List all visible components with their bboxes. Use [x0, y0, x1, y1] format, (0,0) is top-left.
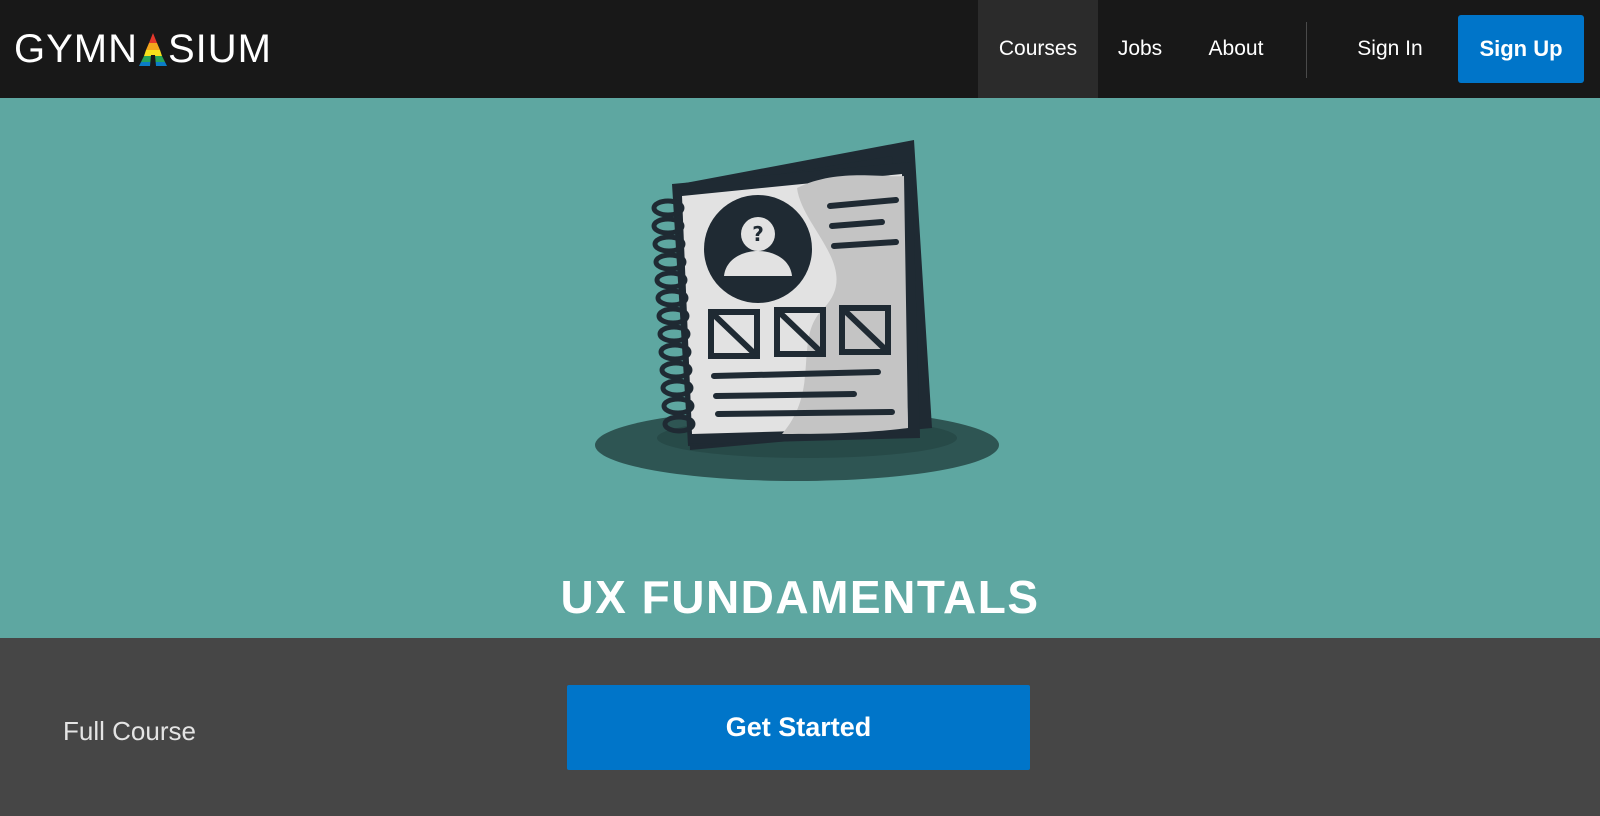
full-course-label: Full Course [63, 716, 196, 746]
course-hero: ? UX FUNDAMENTALS [0, 98, 1600, 638]
nav-divider [1306, 22, 1307, 78]
gymnasium-logo[interactable]: GYMN SIUM [14, 27, 272, 71]
nav-jobs[interactable]: Jobs [1098, 0, 1182, 98]
logo-text-suffix: SIUM [168, 26, 272, 71]
svg-text:?: ? [752, 222, 764, 246]
nav-about[interactable]: About [1182, 0, 1290, 98]
nav-courses[interactable]: Courses [978, 0, 1098, 98]
logo-rainbow-a-icon [139, 33, 167, 66]
logo-text-prefix: GYMN [14, 26, 138, 71]
sign-in-link[interactable]: Sign In [1330, 0, 1450, 98]
course-title: UX FUNDAMENTALS [560, 571, 1040, 623]
enroll-bar: Full Course Get Started [0, 638, 1600, 816]
top-navbar: GYMN SIUM Courses Jobs About Sign In Sig… [0, 0, 1600, 98]
sign-up-button[interactable]: Sign Up [1458, 15, 1584, 83]
get-started-button[interactable]: Get Started [567, 685, 1030, 770]
notebook-wireframe-icon: ? [595, 140, 999, 481]
